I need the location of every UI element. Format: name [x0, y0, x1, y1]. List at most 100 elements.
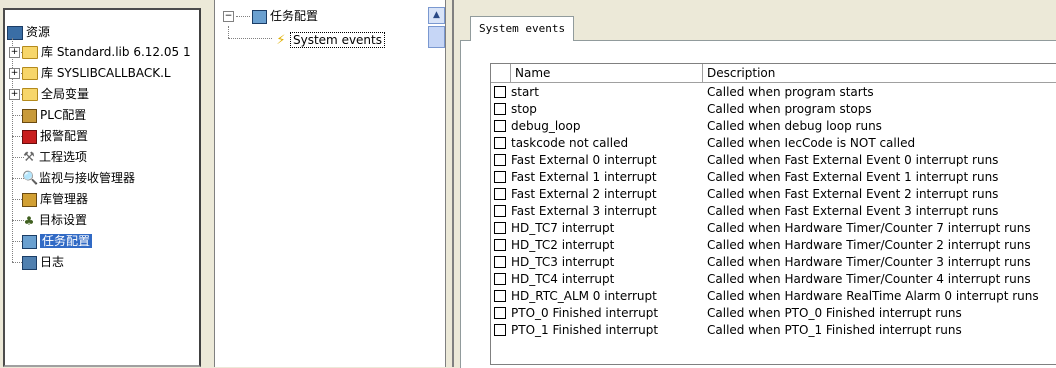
target-icon: ♣: [23, 213, 35, 228]
library-icon: [22, 192, 37, 207]
event-row[interactable]: PTO_0 Finished interrupt Called when PTO_…: [491, 305, 1056, 322]
task-config-root-label: 任务配置: [270, 9, 319, 23]
event-description: Called when Hardware Timer/Counter 4 int…: [707, 272, 1031, 286]
resources-icon: [7, 25, 23, 40]
event-row[interactable]: Fast External 1 interrupt Called when Fas…: [491, 169, 1056, 186]
task-tree-panel[interactable]: − 任务配置 ⚡ System events ▲: [214, 0, 446, 367]
resource-item[interactable]: 库管理器: [14, 189, 88, 209]
resource-item-label: 目标设置: [39, 213, 88, 227]
event-row[interactable]: PTO_1 Finished interrupt Called when PTO_…: [491, 322, 1056, 339]
system-events-node[interactable]: ⚡ System events: [275, 30, 385, 50]
event-row[interactable]: HD_TC2 interrupt Called when Hardware Tim…: [491, 237, 1056, 254]
column-header-description[interactable]: Description: [703, 64, 1056, 82]
scrollbar-thumb[interactable]: [428, 26, 445, 48]
collapse-icon[interactable]: −: [223, 11, 234, 22]
resource-item-label: 监视与接收管理器: [39, 171, 136, 185]
log-icon: [22, 255, 37, 270]
folder-icon: [22, 46, 38, 59]
event-name: PTO_1 Finished interrupt: [511, 323, 659, 337]
event-checkbox[interactable]: [494, 119, 506, 132]
resource-item[interactable]: 🔍监视与接收管理器: [14, 168, 135, 188]
magnifier-icon: 🔍: [22, 170, 39, 186]
column-header-name[interactable]: Name: [511, 64, 703, 82]
resource-item[interactable]: 报警配置: [14, 126, 88, 146]
task-config-icon: [22, 234, 37, 249]
event-checkbox[interactable]: [494, 221, 506, 234]
event-description: Called when Hardware Timer/Counter 3 int…: [707, 255, 1031, 269]
header-spacer: [491, 64, 511, 82]
event-name: stop: [511, 102, 537, 116]
event-row[interactable]: start Called when program starts: [491, 84, 1056, 101]
event-checkbox[interactable]: [494, 255, 506, 268]
resource-item[interactable]: + 全局变量: [9, 84, 89, 104]
resource-item[interactable]: ⚒ 工程选项: [14, 147, 87, 167]
event-description: Called when Fast External Event 2 interr…: [707, 187, 999, 201]
event-description: Called when PTO_1 Finished interrupt run…: [707, 323, 962, 337]
resource-item[interactable]: 任务配置: [14, 231, 93, 251]
event-row[interactable]: HD_TC3 interrupt Called when Hardware Tim…: [491, 254, 1056, 271]
expand-icon[interactable]: +: [9, 68, 20, 79]
resource-item-label: PLC配置: [40, 108, 87, 122]
event-checkbox[interactable]: [494, 272, 506, 285]
resource-item-label: 工程选项: [39, 150, 88, 164]
event-row[interactable]: HD_TC7 interrupt Called when Hardware Tim…: [491, 220, 1056, 237]
resource-item[interactable]: + 库 SYSLIBCALLBACK.L: [9, 63, 171, 83]
event-checkbox[interactable]: [494, 153, 506, 166]
event-checkbox[interactable]: [494, 136, 506, 149]
event-row[interactable]: Fast External 3 interrupt Called when Fas…: [491, 203, 1056, 220]
event-description: Called when Fast External Event 0 interr…: [707, 153, 999, 167]
event-name: PTO_0 Finished interrupt: [511, 306, 659, 320]
event-description: Called when Fast External Event 1 interr…: [707, 170, 999, 184]
tab-system-events[interactable]: System events: [470, 16, 575, 41]
event-checkbox[interactable]: [494, 289, 506, 302]
event-description: Called when PTO_0 Finished interrupt run…: [707, 306, 962, 320]
event-name: Fast External 0 interrupt: [511, 153, 657, 167]
event-checkbox[interactable]: [494, 204, 506, 217]
resource-item[interactable]: + 库 Standard.lib 6.12.05 1: [9, 42, 191, 62]
event-row[interactable]: Fast External 0 interrupt Called when Fas…: [491, 152, 1056, 169]
event-row[interactable]: Fast External 2 interrupt Called when Fas…: [491, 186, 1056, 203]
resource-item[interactable]: ♣ 目标设置: [14, 210, 87, 230]
resource-item[interactable]: 日志: [14, 252, 64, 272]
event-checkbox[interactable]: [494, 323, 506, 336]
event-checkbox[interactable]: [494, 85, 506, 98]
resource-item-label: 库 SYSLIBCALLBACK.L: [41, 66, 171, 80]
expand-icon[interactable]: +: [9, 47, 20, 58]
event-description: Called when Hardware RealTime Alarm 0 in…: [707, 289, 1039, 303]
alarm-icon: [22, 129, 37, 144]
event-name: HD_RTC_ALM 0 interrupt: [511, 289, 657, 303]
event-name: Fast External 2 interrupt: [511, 187, 657, 201]
event-description: Called when program starts: [707, 85, 874, 99]
event-description: Called when IecCode is NOT called: [707, 136, 916, 150]
event-name: HD_TC3 interrupt: [511, 255, 615, 269]
expand-icon[interactable]: +: [9, 89, 20, 100]
event-description: Called when Fast External Event 3 interr…: [707, 204, 999, 218]
event-description: Called when Hardware Timer/Counter 7 int…: [707, 221, 1031, 235]
event-row[interactable]: taskcode not called Called when IecCode i…: [491, 135, 1056, 152]
event-row[interactable]: stop Called when program stops: [491, 101, 1056, 118]
event-checkbox[interactable]: [494, 187, 506, 200]
event-row[interactable]: HD_TC4 interrupt Called when Hardware Tim…: [491, 271, 1056, 288]
event-checkbox[interactable]: [494, 238, 506, 251]
event-checkbox[interactable]: [494, 102, 506, 115]
scroll-up-button[interactable]: ▲: [428, 7, 445, 24]
task-config-root[interactable]: − 任务配置: [223, 6, 318, 26]
event-name: HD_TC4 interrupt: [511, 272, 615, 286]
event-row[interactable]: debug_loop Called when debug loop runs: [491, 118, 1056, 135]
event-checkbox[interactable]: [494, 170, 506, 183]
resource-item-label: 库管理器: [40, 192, 89, 206]
event-name: Fast External 1 interrupt: [511, 170, 657, 184]
event-row[interactable]: HD_RTC_ALM 0 interrupt Called when Hardwa…: [491, 288, 1056, 305]
lightning-icon: ⚡: [276, 32, 286, 48]
resources-root-label: 资源: [26, 25, 51, 39]
resource-item-label: 报警配置: [40, 129, 89, 143]
resources-tree-panel[interactable]: 资源 + 库 Standard.lib 6.12.05 1 + 库 SYSLIBCAL…: [3, 8, 201, 367]
event-name: taskcode not called: [511, 136, 629, 150]
event-description: Called when debug loop runs: [707, 119, 882, 133]
table-header: Name Description: [491, 64, 1056, 83]
event-checkbox[interactable]: [494, 306, 506, 319]
tools-icon: ⚒: [23, 149, 35, 165]
plc-config-icon: [22, 108, 37, 123]
resource-item[interactable]: PLC配置: [14, 105, 86, 125]
resources-root[interactable]: 资源: [7, 22, 50, 42]
